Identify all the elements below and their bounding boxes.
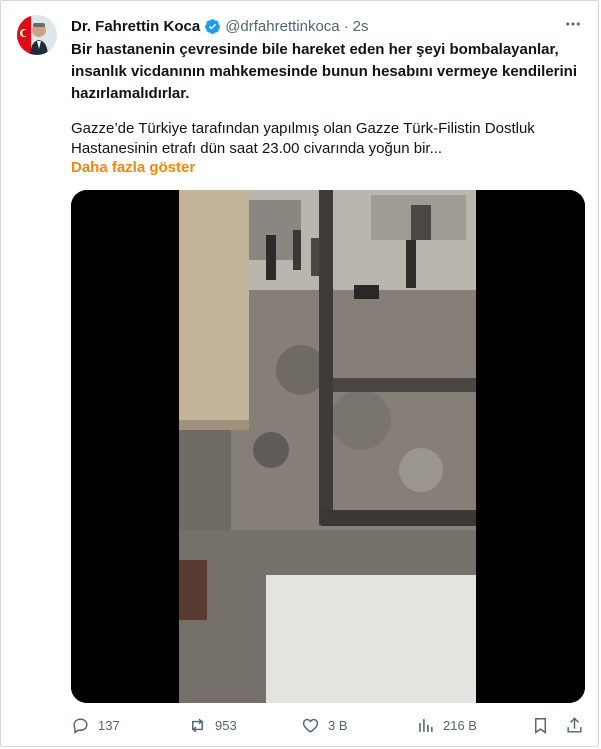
video-media[interactable] [71,190,585,703]
tweet-line: hazırlamalıdırlar. [71,85,190,102]
tweet-line: Bir hastanenin çevresinde bile hareket e… [71,41,559,58]
views-count: 216 B [443,717,477,733]
reply-icon [73,717,88,734]
avatar[interactable] [17,15,57,55]
timestamp[interactable]: 2s [353,18,369,35]
views-chart-icon [419,718,433,732]
tweet-text-body: Gazze’de Türkiye tarafından yapılmış ola… [71,119,586,159]
views-button[interactable]: 216 B [416,713,477,737]
like-count: 3 B [328,717,348,733]
author-handle[interactable]: @drfahrettinkoca [225,18,339,35]
share-icon [567,716,582,733]
heart-icon [302,718,319,733]
tweet-line: insanlık vicdanının mahkemesinde bunun h… [71,63,577,80]
retweet-count: 953 [215,717,237,733]
reply-button[interactable]: 137 [71,713,120,737]
retweet-button[interactable]: 953 [188,713,237,737]
tweet-line: Gazze’de Türkiye tarafından yapılmış ola… [71,120,535,137]
author-name[interactable]: Dr. Fahrettin Koca [71,18,200,35]
video-frame [71,190,585,703]
reply-count: 137 [98,717,120,733]
tweet-card[interactable]: Dr. Fahrettin Koca @drfahrettinkoca · 2s… [0,0,599,747]
show-more-link[interactable]: Daha fazla göster [71,159,195,176]
share-button[interactable] [565,713,584,737]
retweet-icon [192,718,203,732]
like-button[interactable]: 3 B [301,713,348,737]
tweet-line: Hastanesinin etrafı dün saat 23.00 civar… [71,140,443,157]
tweet-header: Dr. Fahrettin Koca @drfahrettinkoca · 2s [71,15,578,37]
more-dots-icon[interactable] [562,13,584,35]
tweet-text-bold: Bir hastanenin çevresinde bile hareket e… [71,39,586,105]
separator-dot: · [343,17,349,35]
avatar-image [17,15,57,55]
verified-badge-icon [205,18,221,34]
bookmark-button[interactable] [531,713,550,737]
bookmark-icon [535,717,546,734]
tweet-actions: 137 953 3 B 216 B [71,713,586,737]
